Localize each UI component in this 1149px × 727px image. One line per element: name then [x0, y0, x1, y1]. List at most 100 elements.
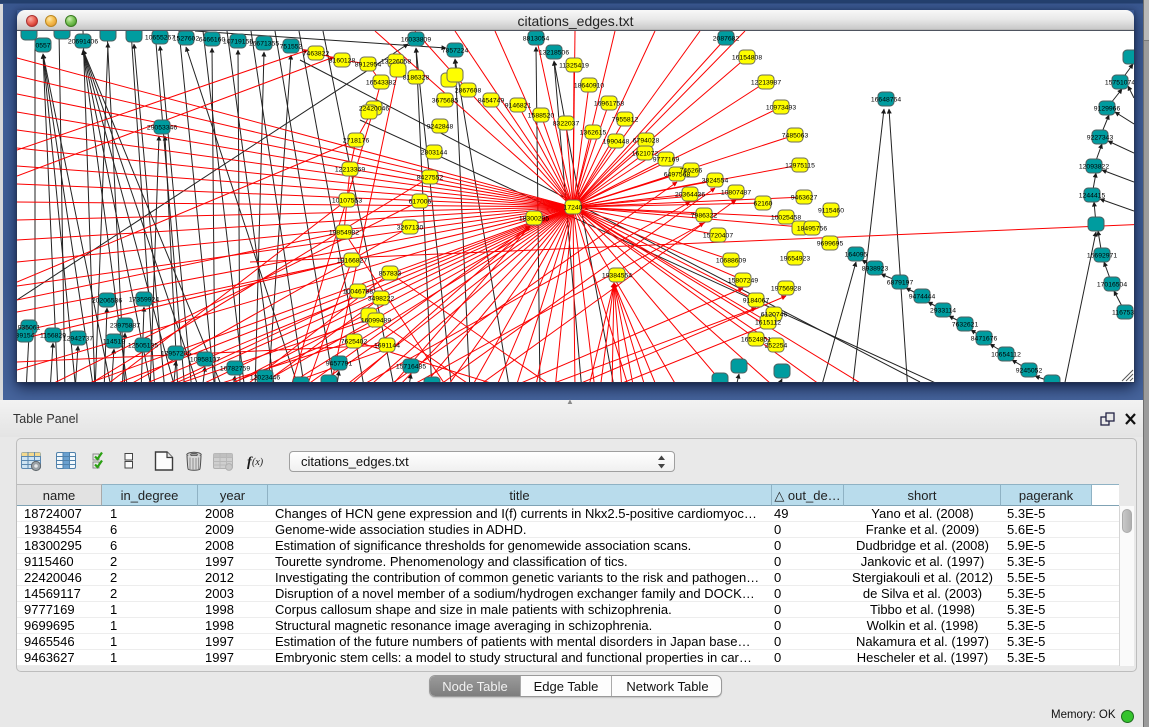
svg-text:22420046: 22420046 — [359, 105, 389, 112]
svg-text:10807487: 10807487 — [721, 189, 751, 196]
svg-text:17016504: 17016504 — [1097, 281, 1127, 288]
svg-text:10688609: 10688609 — [716, 257, 746, 264]
svg-text:10046788: 10046788 — [343, 288, 373, 295]
svg-text:16648764: 16648764 — [871, 96, 901, 103]
svg-text:19384554: 19384554 — [602, 272, 632, 279]
svg-text:2933114: 2933114 — [930, 307, 956, 314]
svg-text:9146821: 9146821 — [505, 102, 532, 109]
svg-text:12093822: 12093822 — [1079, 163, 1109, 170]
svg-text:3675685: 3675685 — [432, 97, 459, 104]
svg-text:114519: 114519 — [103, 338, 125, 345]
svg-text:16099489: 16099489 — [361, 317, 391, 324]
svg-text:10655267: 10655267 — [145, 34, 175, 41]
svg-text:19654923: 19654923 — [780, 255, 810, 262]
svg-text:19756928: 19756928 — [771, 285, 801, 292]
svg-text:8471676: 8471676 — [971, 335, 998, 342]
svg-text:19854982: 19854982 — [329, 229, 359, 236]
svg-text:9457791: 9457791 — [326, 360, 353, 367]
svg-text:10973493: 10973493 — [766, 104, 796, 111]
svg-text:7986322: 7986322 — [691, 212, 718, 219]
svg-text:3267130: 3267130 — [397, 224, 424, 231]
svg-text:20364436: 20364436 — [675, 191, 705, 198]
svg-text:8938923: 8938923 — [862, 265, 889, 272]
svg-text:6879197: 6879197 — [887, 279, 914, 286]
svg-text:9699695: 9699695 — [817, 240, 844, 247]
svg-text:6794028: 6794028 — [633, 137, 660, 144]
svg-text:12942737: 12942737 — [63, 335, 93, 342]
svg-text:1588520: 1588520 — [528, 112, 555, 119]
svg-text:20206536: 20206536 — [92, 297, 122, 304]
svg-text:9115460: 9115460 — [818, 207, 844, 214]
svg-text:9129966: 9129966 — [1094, 105, 1121, 112]
svg-text:13218506: 13218506 — [539, 49, 569, 56]
svg-text:10958107: 10958107 — [190, 356, 220, 363]
svg-text:15751074: 15751074 — [1105, 79, 1134, 86]
svg-text:9463627: 9463627 — [791, 194, 818, 201]
svg-text:7485063: 7485063 — [782, 132, 809, 139]
svg-text:164095: 164095 — [845, 251, 868, 258]
svg-text:9245052: 9245052 — [1016, 367, 1043, 374]
svg-text:16154808: 16154808 — [732, 54, 762, 61]
svg-text:12213369: 12213369 — [335, 166, 365, 173]
svg-text:7463822: 7463822 — [303, 50, 330, 57]
svg-text:617006: 617006 — [409, 198, 432, 205]
svg-text:62160: 62160 — [754, 200, 773, 207]
svg-text:8427552: 8427552 — [417, 174, 444, 181]
svg-text:19166827: 19166827 — [337, 257, 367, 264]
svg-text:15692971: 15692971 — [1087, 252, 1117, 259]
svg-text:8322037: 8322037 — [553, 120, 580, 127]
svg-text:16543382: 16543382 — [366, 79, 396, 86]
svg-text:16961758: 16961758 — [594, 100, 624, 107]
svg-text:10107553: 10107553 — [332, 197, 362, 204]
svg-text:8813054: 8813054 — [523, 35, 550, 42]
svg-text:3498222: 3498222 — [368, 295, 395, 302]
svg-text:2803144: 2803144 — [421, 149, 448, 156]
svg-text:935061: 935061 — [18, 324, 41, 331]
svg-text:17957255: 17957255 — [161, 350, 191, 357]
svg-text:8912954: 8912954 — [355, 61, 382, 68]
svg-text:(x): (x) — [252, 457, 264, 468]
svg-text:1244415: 1244415 — [1079, 192, 1106, 199]
svg-text:8160128: 8160128 — [329, 57, 356, 64]
svg-text:10654112: 10654112 — [991, 351, 1021, 358]
svg-text:18300295: 18300295 — [519, 215, 549, 222]
svg-text:9777169: 9777169 — [653, 156, 680, 163]
svg-text:16671355: 16671355 — [249, 40, 279, 47]
svg-text:16782759: 16782759 — [220, 365, 250, 372]
svg-text:10025458: 10025458 — [771, 214, 801, 221]
svg-text:1167534: 1167534 — [1112, 309, 1134, 316]
svg-text:2087682: 2087682 — [713, 35, 740, 42]
svg-text:8454749: 8454749 — [478, 97, 505, 104]
svg-text:12023446: 12023446 — [250, 374, 280, 381]
svg-text:1990448: 1990448 — [603, 138, 630, 145]
svg-text:7857224: 7857224 — [442, 47, 469, 54]
svg-text:1362615: 1362615 — [580, 129, 607, 136]
svg-text:18640910: 18640910 — [574, 82, 604, 89]
svg-text:16033809: 16033809 — [401, 36, 431, 43]
svg-text:15720407: 15720407 — [703, 232, 733, 239]
svg-text:6466160: 6466160 — [199, 36, 226, 43]
svg-text:12975115: 12975115 — [785, 162, 815, 169]
svg-text:6497568: 6497568 — [664, 171, 691, 178]
svg-text:11325419: 11325419 — [559, 62, 589, 69]
svg-text:751552: 751552 — [280, 43, 303, 50]
svg-text:1621072: 1621072 — [632, 150, 659, 157]
svg-text:17240: 17240 — [564, 204, 583, 211]
svg-text:17359924: 17359924 — [129, 296, 159, 303]
svg-text:7632621: 7632621 — [952, 321, 979, 328]
svg-text:15716485: 15716485 — [396, 363, 426, 370]
svg-text:252254: 252254 — [765, 342, 788, 349]
svg-text:1691144: 1691144 — [374, 342, 400, 349]
svg-text:12213987: 12213987 — [751, 79, 781, 86]
svg-text:15807249: 15807249 — [728, 277, 758, 284]
svg-text:7625402: 7625402 — [341, 338, 368, 345]
svg-text:1615112: 1615112 — [755, 319, 781, 326]
svg-text:8186328: 8186328 — [403, 74, 430, 81]
svg-text:2867608: 2867608 — [455, 87, 482, 94]
svg-text:9474444: 9474444 — [909, 293, 936, 300]
svg-text:857833: 857833 — [379, 270, 402, 277]
svg-text:13226058: 13226058 — [381, 58, 411, 65]
svg-text:39154: 39154 — [17, 332, 35, 339]
svg-text:18495756: 18495756 — [797, 225, 827, 232]
svg-text:9242848: 9242848 — [427, 123, 454, 130]
